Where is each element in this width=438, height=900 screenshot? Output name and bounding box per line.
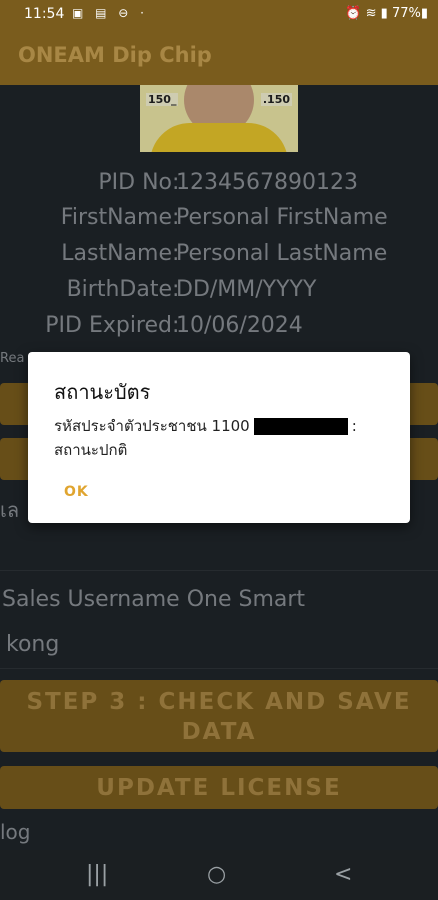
navigation-bar: ||| ○ < bbox=[0, 850, 438, 900]
dialog-message-colon: : bbox=[351, 417, 357, 435]
dialog-title: สถานะบัตร bbox=[54, 380, 151, 404]
dialog-status-text: สถานะปกติ bbox=[54, 441, 128, 459]
notification-icons: ▣ ▤ ⊖ · bbox=[72, 6, 148, 20]
ok-button[interactable]: OK bbox=[64, 484, 89, 500]
app-title: ONEAM Dip Chip bbox=[18, 43, 212, 67]
status-time: 11:54 bbox=[24, 6, 65, 22]
status-bar: 11:54 ▣ ▤ ⊖ · ⏰ ≋ ▮ 77%▮ bbox=[0, 0, 438, 30]
dialog-message-text: รหัสประจำตัวประชาชน 1100 bbox=[54, 417, 250, 435]
dialog-message: รหัสประจำตัวประชาชน 1100: สถานะปกติ bbox=[54, 414, 394, 462]
home-icon[interactable]: ○ bbox=[207, 862, 226, 887]
redacted-block bbox=[253, 418, 348, 435]
card-status-dialog: สถานะบัตร รหัสประจำตัวประชาชน 1100: สถาน… bbox=[28, 352, 410, 523]
back-icon[interactable]: < bbox=[334, 862, 352, 887]
app-bar: ONEAM Dip Chip bbox=[0, 30, 438, 85]
recents-icon[interactable]: ||| bbox=[86, 862, 108, 887]
system-icons: ⏰ ≋ ▮ 77%▮ bbox=[345, 6, 428, 21]
